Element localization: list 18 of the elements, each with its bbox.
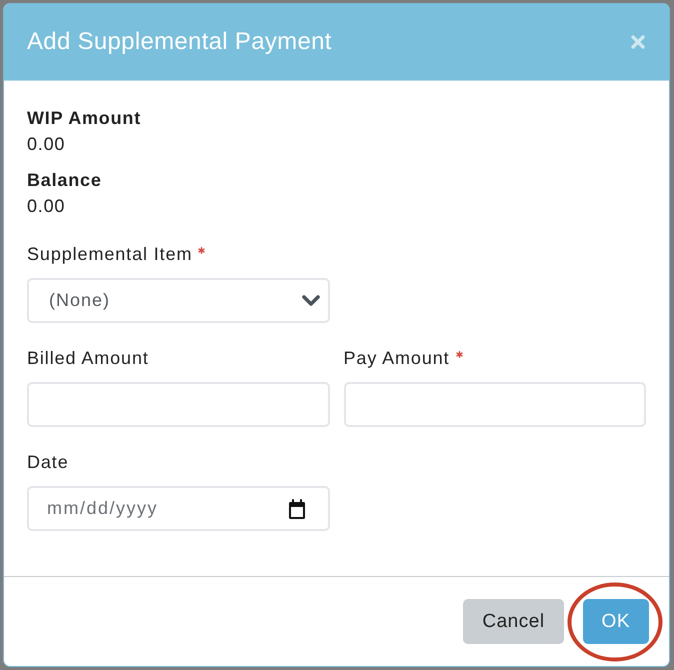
close-button[interactable] [631, 35, 645, 49]
input-field[interactable] [27, 382, 330, 427]
chevron-down-icon [302, 294, 320, 306]
field-label: Billed Amount [27, 347, 149, 370]
summary-label: Balance [27, 169, 102, 192]
close-icon [631, 35, 645, 49]
summary-value: 0.00 [27, 133, 66, 156]
cancel-button[interactable]: Cancel [463, 599, 564, 644]
calendar-icon[interactable] [288, 499, 306, 519]
select-dropdown[interactable]: (None) [27, 278, 330, 323]
summary-label: WIP Amount [27, 107, 141, 130]
summary-value: 0.00 [27, 195, 66, 218]
dialog-title: Add Supplemental Payment [27, 28, 332, 56]
field-label: Date [27, 451, 69, 474]
field-label: Pay Amount [344, 347, 450, 370]
field-label: Supplemental Item [27, 243, 192, 266]
input-field[interactable] [344, 382, 646, 427]
date-field[interactable]: mm/dd/yyyy [27, 486, 330, 531]
